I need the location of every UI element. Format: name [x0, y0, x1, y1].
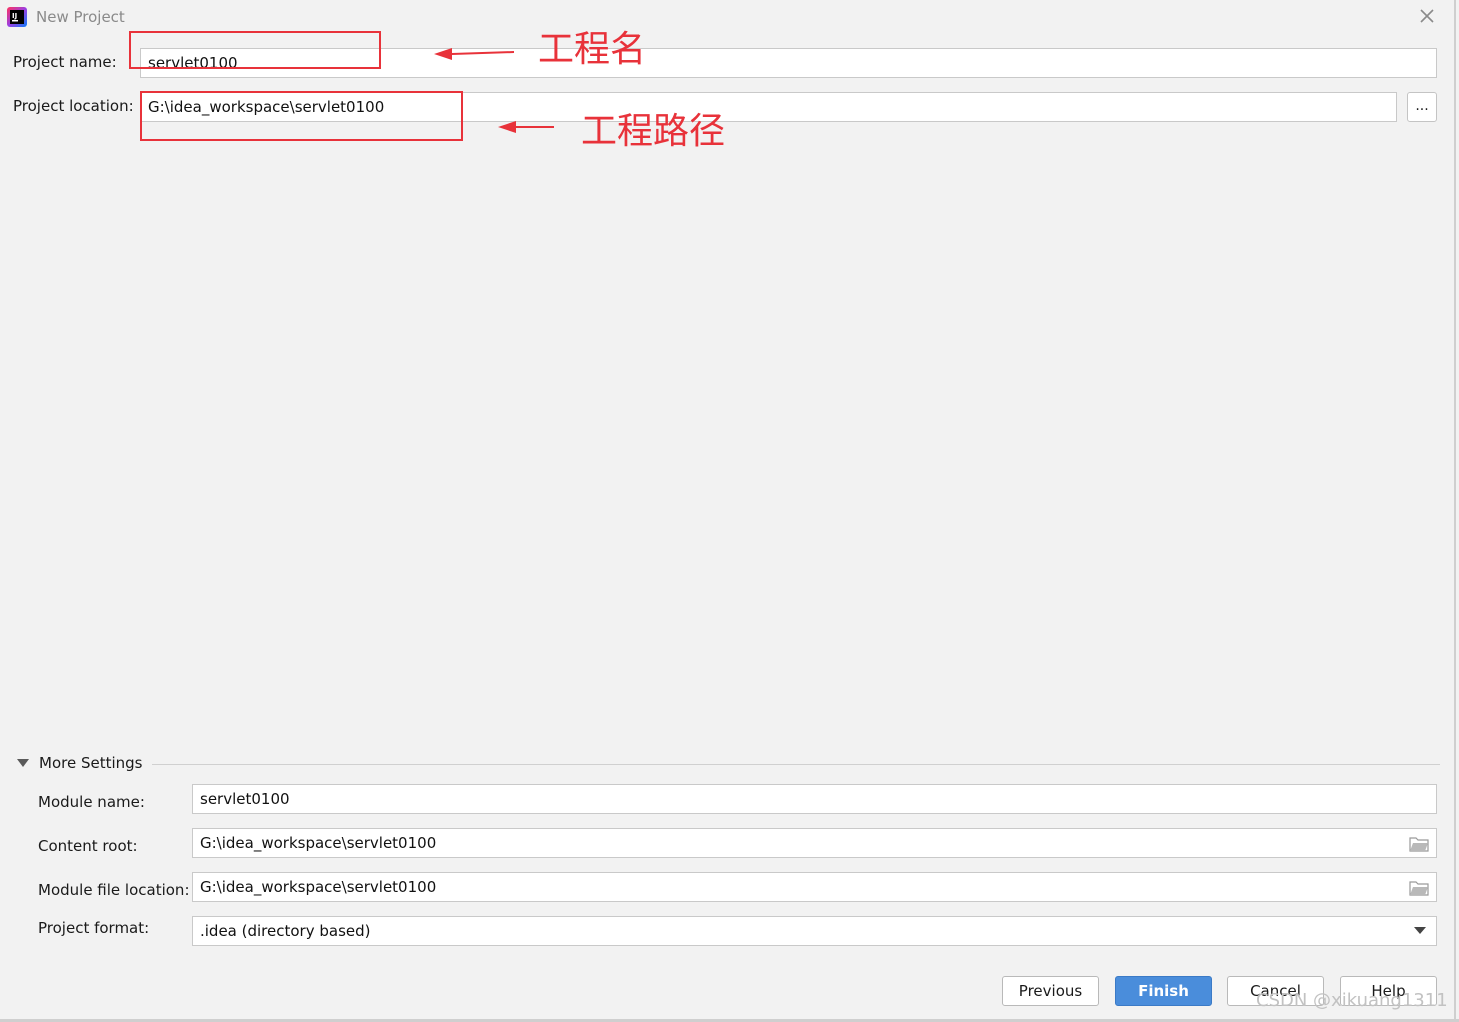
annotation-text-name: 工程名 [538, 29, 647, 70]
more-settings-separator [152, 764, 1440, 765]
svg-text:IJ: IJ [12, 12, 17, 20]
project-format-label: Project format: [38, 919, 150, 937]
content-root-label: Content root: [38, 837, 138, 855]
window-title: New Project [36, 8, 125, 26]
browse-location-button[interactable]: ... [1407, 92, 1437, 122]
annotation-box-location [140, 91, 463, 141]
annotation-arrow-location [498, 121, 554, 133]
close-icon[interactable] [1417, 6, 1437, 26]
module-file-location-input[interactable]: G:\idea_workspace\servlet0100 [192, 872, 1437, 902]
annotation-box-name [129, 31, 381, 69]
project-name-label: Project name: [13, 53, 117, 71]
more-settings-title[interactable]: More Settings [39, 754, 142, 772]
annotation-text-location: 工程路径 [581, 111, 726, 152]
module-name-label: Module name: [38, 793, 145, 811]
collapse-triangle-icon[interactable] [16, 758, 30, 768]
previous-button[interactable]: Previous [1002, 976, 1099, 1006]
window-edge [1454, 0, 1456, 1022]
project-location-label: Project location: [13, 97, 134, 115]
folder-icon[interactable] [1409, 880, 1429, 896]
chevron-down-icon[interactable] [1413, 925, 1427, 935]
module-name-input[interactable]: servlet0100 [192, 784, 1437, 814]
project-format-select[interactable]: .idea (directory based) [192, 916, 1437, 946]
annotation-arrow-name [434, 48, 514, 60]
folder-icon[interactable] [1409, 836, 1429, 852]
module-file-location-label: Module file location: [38, 881, 190, 899]
csdn-watermark: CSDN @xikuang1311 [1256, 990, 1448, 1011]
intellij-app-icon: IJ [7, 7, 27, 27]
content-root-input[interactable]: G:\idea_workspace\servlet0100 [192, 828, 1437, 858]
finish-button[interactable]: Finish [1115, 976, 1212, 1006]
